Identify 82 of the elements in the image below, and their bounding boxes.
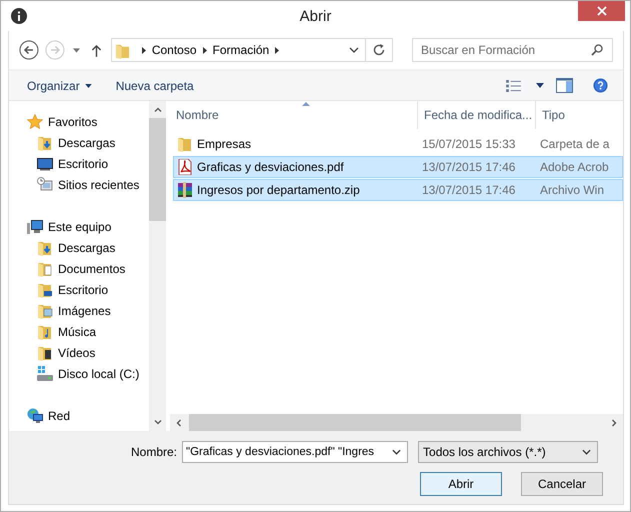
file-name-label: Nombre: bbox=[131, 445, 178, 459]
recent-places-icon bbox=[37, 176, 53, 192]
view-list-icon[interactable] bbox=[506, 80, 521, 92]
window-title: Abrir bbox=[298, 8, 332, 25]
chevron-icon bbox=[142, 46, 146, 54]
scrollbar-thumb[interactable] bbox=[189, 414, 521, 431]
desktop-folder-icon bbox=[37, 282, 53, 298]
file-name: Graficas y desviaciones.pdf bbox=[197, 160, 344, 174]
file-row[interactable]: Graficas y desviaciones.pdf 13/07/2015 17:46 Adobe Acrob bbox=[173, 156, 623, 178]
refresh-icon[interactable] bbox=[372, 43, 386, 57]
network-icon bbox=[27, 408, 43, 424]
back-icon[interactable] bbox=[19, 40, 39, 60]
sidebar-item[interactable]: Documentos bbox=[9, 258, 149, 279]
file-row[interactable]: Empresas 15/07/2015 15:33 Carpeta de a bbox=[173, 133, 623, 155]
address-bar[interactable]: Contoso Formación bbox=[110, 38, 393, 62]
videos-folder-icon bbox=[37, 344, 53, 360]
file-row[interactable]: Ingresos por departamento.zip 13/07/2015 17:46 Archivo Win bbox=[173, 179, 623, 201]
dropdown-icon bbox=[582, 449, 592, 455]
scroll-right-icon[interactable] bbox=[612, 418, 617, 426]
open-button[interactable]: Abrir bbox=[420, 472, 502, 496]
folder-icon bbox=[177, 136, 193, 152]
music-folder-icon bbox=[37, 324, 53, 340]
breadcrumb-item[interactable]: Formación bbox=[212, 43, 270, 57]
sidebar-item[interactable]: Música bbox=[9, 321, 149, 342]
sidebar-item[interactable]: Este equipo bbox=[9, 216, 149, 237]
modified-date: 13/07/2015 17:46 bbox=[422, 183, 516, 197]
caret-icon[interactable] bbox=[536, 83, 544, 88]
search-icon bbox=[591, 44, 603, 56]
sidebar-item[interactable]: Escritorio bbox=[9, 279, 149, 300]
computer-icon bbox=[27, 218, 43, 234]
caret-icon bbox=[84, 84, 92, 88]
dropdown-icon[interactable] bbox=[349, 47, 359, 53]
preview-pane-icon[interactable] bbox=[556, 78, 573, 93]
monitor-icon bbox=[37, 156, 53, 172]
breadcrumb-item[interactable]: Contoso bbox=[152, 43, 197, 57]
file-name: Ingresos por departamento.zip bbox=[197, 183, 360, 197]
scroll-left-icon[interactable] bbox=[176, 418, 181, 426]
horizontal-scrollbar[interactable] bbox=[170, 414, 623, 431]
organize-button[interactable]: Organizar bbox=[19, 76, 100, 94]
sidebar-item[interactable]: Disco local (C:) bbox=[9, 363, 149, 384]
drive-icon bbox=[37, 366, 53, 382]
file-type: Adobe Acrob bbox=[540, 160, 609, 174]
chevron-icon bbox=[202, 46, 207, 54]
scrollbar-thumb[interactable] bbox=[149, 118, 166, 221]
documents-folder-icon bbox=[37, 260, 53, 276]
scroll-down-icon[interactable] bbox=[154, 420, 162, 425]
modified-date: 13/07/2015 17:46 bbox=[422, 160, 516, 174]
downloads-folder-icon bbox=[37, 240, 53, 256]
close-icon bbox=[596, 6, 606, 16]
sidebar-item[interactable]: Vídeos bbox=[9, 342, 149, 363]
caret-icon[interactable] bbox=[72, 48, 80, 52]
sidebar-item[interactable]: Descargas bbox=[9, 237, 149, 258]
new-folder-button[interactable]: Nueva carpeta bbox=[108, 76, 202, 94]
star-icon bbox=[27, 114, 43, 130]
sidebar-item[interactable]: Sitios recientes bbox=[9, 174, 149, 195]
sidebar-item[interactable]: Red bbox=[9, 405, 149, 426]
scroll-up-icon[interactable] bbox=[154, 107, 162, 112]
modified-date: 15/07/2015 15:33 bbox=[422, 137, 516, 151]
sidebar-item[interactable]: Imágenes bbox=[9, 300, 149, 321]
file-name-field[interactable]: "Graficas y desviaciones.pdf" "Ingres bbox=[182, 441, 408, 463]
file-type: Archivo Win bbox=[540, 183, 604, 197]
help-icon[interactable] bbox=[593, 78, 608, 93]
sidebar-item[interactable]: Favoritos bbox=[9, 111, 149, 132]
cancel-button[interactable]: Cancelar bbox=[521, 472, 603, 496]
file-type: Carpeta de a bbox=[540, 137, 610, 151]
close-button[interactable] bbox=[578, 1, 625, 21]
file-type-dropdown[interactable]: Todos los archivos (*.*) bbox=[418, 441, 598, 463]
chevron-icon bbox=[275, 46, 280, 54]
search-field[interactable]: Buscar en Formación bbox=[412, 38, 613, 62]
vertical-scrollbar[interactable] bbox=[149, 101, 166, 431]
downloads-folder-icon bbox=[37, 134, 53, 150]
column-header[interactable]: Fecha de modifica... bbox=[418, 101, 536, 129]
up-arrow-icon[interactable] bbox=[90, 44, 102, 56]
sidebar-item[interactable]: Escritorio bbox=[9, 153, 149, 174]
pdf-file-icon bbox=[177, 159, 193, 175]
column-header[interactable]: Tipo bbox=[536, 101, 623, 129]
sidebar-item[interactable]: Descargas bbox=[9, 132, 149, 153]
file-name: Empresas bbox=[197, 137, 252, 151]
archive-icon bbox=[177, 182, 193, 198]
info-icon bbox=[11, 8, 27, 24]
pictures-folder-icon bbox=[37, 302, 53, 318]
dropdown-icon bbox=[392, 449, 402, 455]
